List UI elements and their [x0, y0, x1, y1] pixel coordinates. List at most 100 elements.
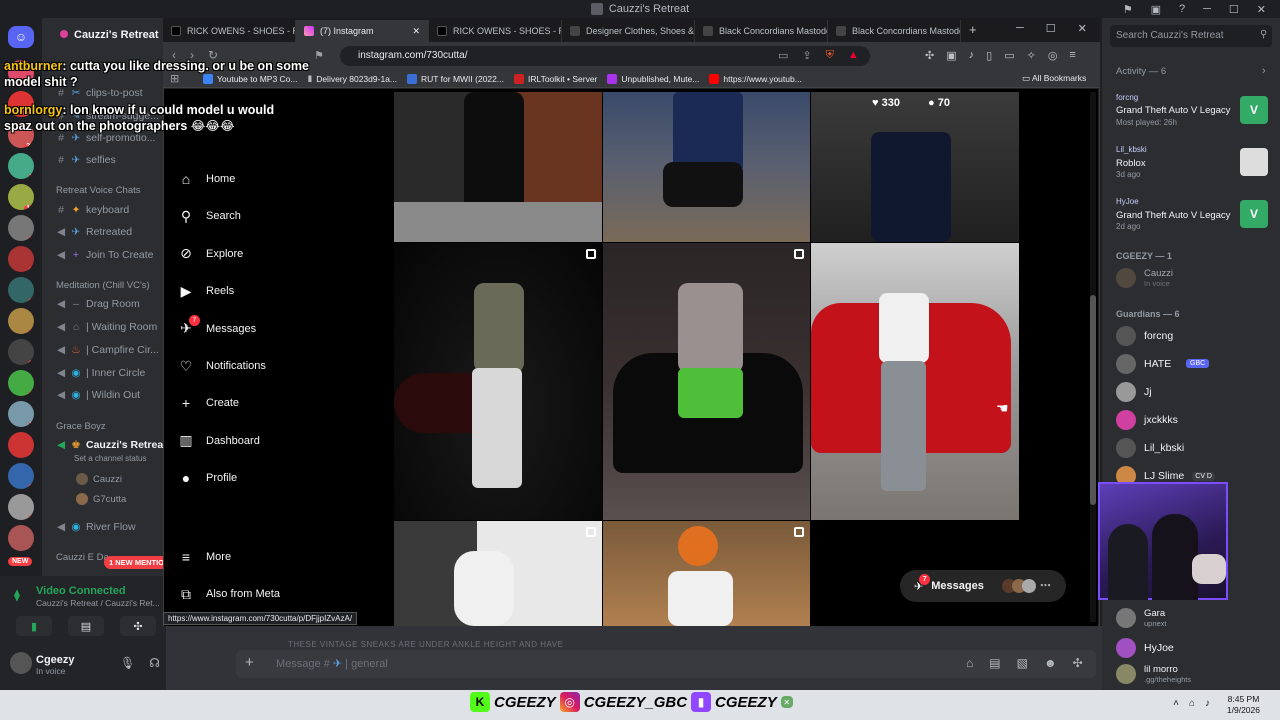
browser-tab[interactable]: Black Concordians Mastodo — [828, 20, 961, 42]
chevron-up-icon[interactable]: ˄ — [1173, 698, 1179, 709]
all-bookmarks[interactable]: ▭ All Bookmarks — [1022, 73, 1086, 84]
server-icon[interactable]: 2 — [8, 215, 34, 241]
server-icon[interactable]: 6 — [8, 370, 34, 396]
wallet2-icon[interactable]: ▭ — [1004, 49, 1014, 62]
share-icon[interactable]: ⇪ — [802, 49, 811, 62]
leo-icon[interactable]: ✧ — [1027, 49, 1036, 62]
member-row[interactable]: HATE — [1116, 354, 1171, 374]
post-thumbnail[interactable] — [603, 243, 810, 520]
browser-tab[interactable]: RICK OWENS - SHOES - Ric — [163, 20, 296, 42]
category-meditation[interactable]: Meditation (Chill VC's) — [56, 280, 150, 291]
member-row[interactable]: Gara upnext — [1116, 608, 1167, 628]
username[interactable]: Cgeezy — [36, 654, 75, 666]
help-icon[interactable]: ? — [1179, 3, 1185, 15]
server-name[interactable]: Cauzzi's Retreat — [74, 29, 159, 41]
user-avatar[interactable] — [10, 652, 32, 674]
screenshare-button[interactable]: ▤ — [68, 616, 104, 636]
browser-tab-active[interactable]: (7) Instagram ✕ — [296, 20, 429, 42]
nav-also-from-meta[interactable]: ⧉ Also from Meta — [178, 586, 280, 602]
taskbar-clock[interactable]: 8:45 PM 1/9/2026 — [1227, 694, 1260, 716]
sticker-icon[interactable]: ▧ — [1017, 656, 1028, 670]
server-icon[interactable]: 6 — [8, 525, 34, 551]
attach-plus-icon[interactable]: + — [245, 654, 254, 671]
activity-user[interactable]: Lil_kbski — [1116, 145, 1147, 154]
bookmark-item[interactable]: https://www.youtub... — [709, 73, 802, 84]
maximize-button[interactable]: ☐ — [1046, 22, 1056, 35]
post-thumbnail[interactable] — [603, 521, 810, 626]
brave-shield-icon[interactable]: ⛨ — [826, 49, 834, 62]
server-icon[interactable]: 6 — [8, 277, 34, 303]
server-icon[interactable]: 2 — [8, 494, 34, 520]
member-row[interactable]: jxckkks — [1116, 410, 1178, 430]
vpn-icon[interactable]: ◎ — [1048, 49, 1058, 62]
minimize-button[interactable]: ─ — [1016, 22, 1024, 35]
activities-button[interactable]: ✣ — [120, 616, 156, 636]
channel-join-to-create[interactable]: ◀ + Join To Create — [56, 249, 154, 261]
extensions-icon[interactable]: ✣ — [925, 49, 934, 62]
post-thumbnail[interactable] — [394, 521, 602, 626]
category-retreat-voice[interactable]: Retreat Voice Chats — [56, 185, 141, 196]
voice-connected-label[interactable]: Video Connected — [36, 585, 126, 597]
server-icon[interactable]: 6 — [8, 463, 34, 489]
channel-retreated[interactable]: ◀ ✈ Retreated — [56, 226, 132, 238]
headphones-icon[interactable]: ☊ — [149, 656, 160, 670]
server-icon[interactable]: 6 — [8, 308, 34, 334]
camera-button[interactable]: ▮ — [16, 616, 52, 636]
rewards-icon[interactable]: ▲ — [848, 49, 859, 62]
post-thumbnail[interactable] — [394, 243, 602, 520]
channel-cauzzis-retreat[interactable]: ◀ ♚ Cauzzi's Retrea... — [56, 439, 172, 451]
nav-home[interactable]: ⌂ Home — [178, 171, 236, 187]
member-row[interactable]: Cauzzi In voice — [1116, 268, 1173, 288]
sidebar-icon[interactable]: ▯ — [986, 49, 992, 62]
nav-messages[interactable]: ✈ 7 Messages — [178, 314, 256, 337]
bookmark-item[interactable]: IRLToolkit • Server — [513, 73, 597, 84]
app-tray-icon[interactable]: ✕ — [780, 696, 793, 708]
voice-user-g7cutta[interactable]: G7cutta — [76, 493, 126, 505]
scrollbar-thumb[interactable] — [1090, 295, 1096, 505]
category-grace-boyz[interactable]: Grace Boyz — [56, 421, 106, 432]
chevron-right-icon[interactable]: › — [1262, 65, 1266, 77]
server-icon[interactable]: 7 — [8, 401, 34, 427]
nav-reels[interactable]: ▶ Reels — [178, 283, 235, 299]
wallet-icon[interactable]: ▣ — [946, 49, 956, 62]
bookmark-item[interactable]: ▮ Delivery 8023d9-1a... — [308, 73, 397, 84]
inbox-icon[interactable]: ⚑ — [1123, 3, 1133, 16]
server-icon[interactable]: 4 — [8, 432, 34, 458]
maximize-button[interactable]: ☐ — [1229, 3, 1239, 16]
member-row[interactable]: lil morro .gg/theheights — [1116, 664, 1191, 684]
bookmark-icon[interactable]: ⚑ — [314, 49, 324, 62]
nav-notifications[interactable]: ♡ Notifications — [178, 358, 266, 374]
monitor-icon[interactable]: ▣ — [1151, 3, 1161, 16]
nav-profile[interactable]: ● Profile — [178, 470, 237, 486]
discord-home-icon[interactable]: ☺ — [8, 26, 34, 48]
browser-tab[interactable]: Designer Clothes, Shoes & — [562, 20, 695, 42]
messages-pill[interactable]: ✈ 7 Messages ⋯ — [900, 570, 1066, 602]
voice-user-cauzzi[interactable]: Cauzzi — [76, 473, 122, 485]
menu-icon[interactable]: ≡ — [1069, 49, 1075, 62]
nav-search[interactable]: ⚲ Search — [178, 208, 241, 224]
close-button[interactable]: ✕ — [1078, 22, 1087, 35]
more-icon[interactable]: ⋯ — [1040, 579, 1051, 593]
network-icon[interactable]: ⌂ — [1189, 698, 1195, 709]
channel-status-prompt[interactable]: Set a channel status — [74, 454, 147, 463]
channel-selfies[interactable]: # ✈ selfies — [56, 154, 116, 166]
channel-inner-circle[interactable]: ◀ ◉ | Inner Circle — [56, 367, 145, 379]
emoji-icon[interactable]: ☻ — [1044, 656, 1057, 670]
gif-icon[interactable]: ▤ — [989, 656, 1000, 670]
channel-campfire[interactable]: ◀ ♨ | Campfire Cir... — [56, 344, 159, 356]
member-row[interactable]: forcng — [1116, 326, 1173, 346]
browser-tab[interactable]: Black Concordians Mastodo — [695, 20, 828, 42]
nav-more[interactable]: ≡ More — [178, 549, 231, 565]
activity-user[interactable]: HyJoe — [1116, 197, 1139, 206]
channel-drag-room[interactable]: ◀ – Drag Room — [56, 298, 140, 310]
browser-tab[interactable]: RICK OWENS - SHOES - Ric — [429, 20, 562, 42]
server-icon[interactable]: 7 — [8, 153, 34, 179]
nav-explore[interactable]: ⊘ Explore — [178, 245, 243, 262]
member-row[interactable]: Lil_kbski — [1116, 438, 1184, 458]
apps-icon[interactable]: ✣ — [1073, 656, 1083, 670]
post-thumbnail-hover[interactable] — [811, 92, 1019, 242]
volume-icon[interactable]: ♪ — [1205, 698, 1210, 709]
gift-icon[interactable]: ⌂ — [966, 656, 973, 670]
new-tab-icon[interactable]: + — [961, 22, 985, 42]
channel-keyboard[interactable]: # ✦ keyboard — [56, 204, 129, 216]
